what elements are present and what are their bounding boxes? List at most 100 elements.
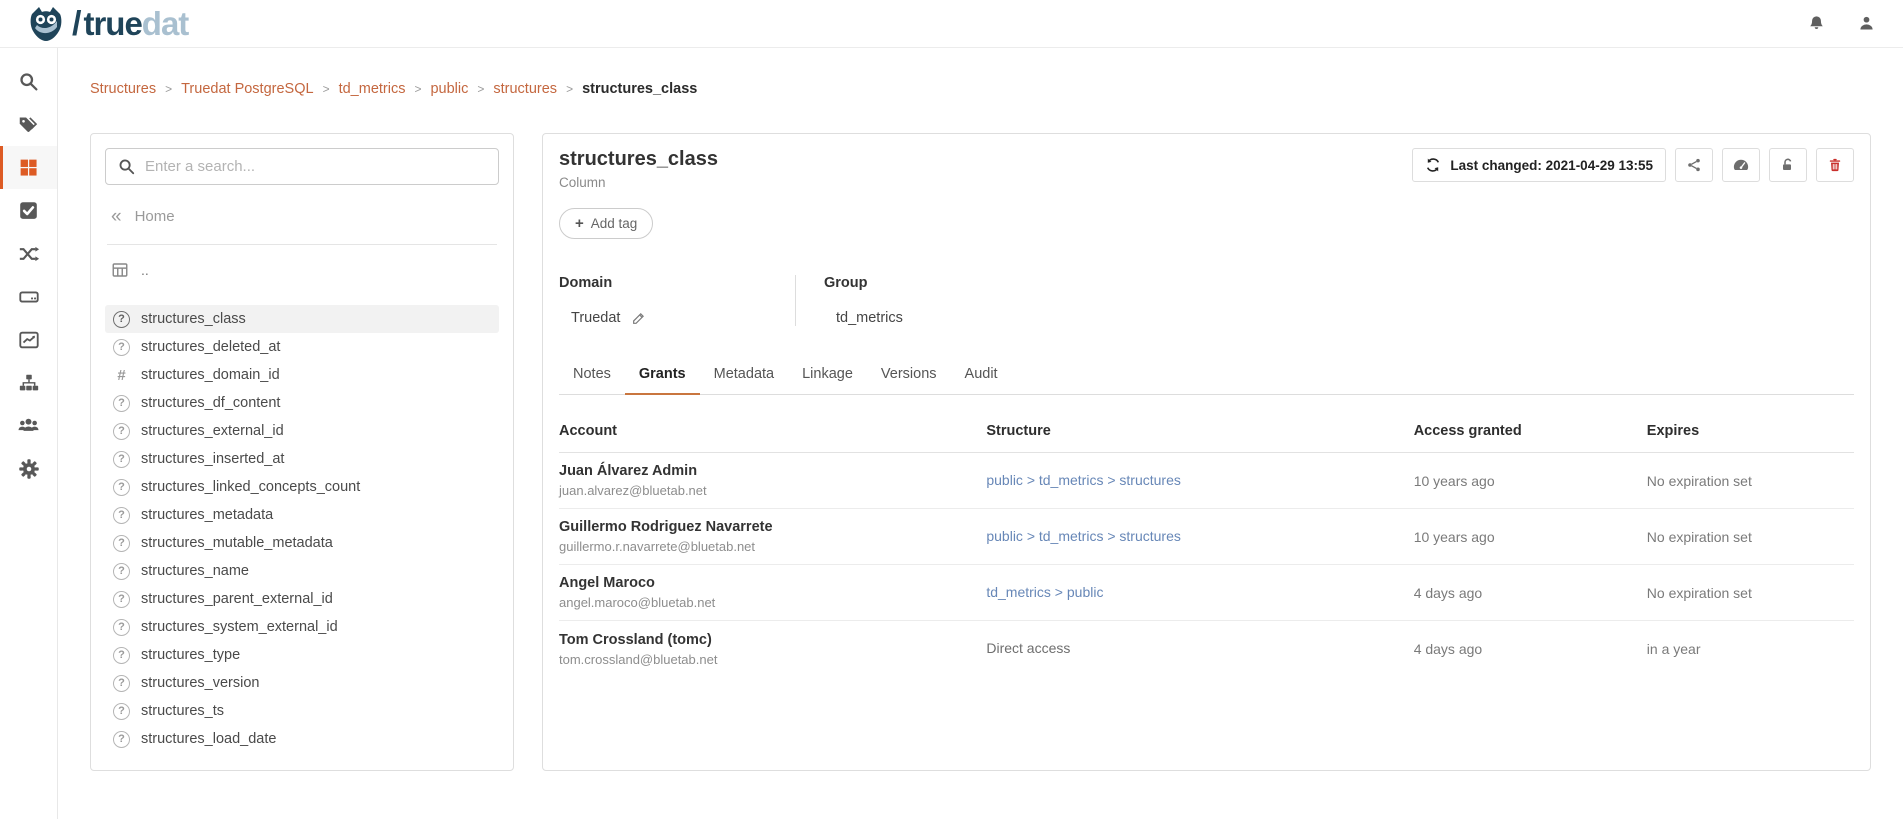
tags-icon	[18, 114, 39, 135]
question-circle-icon: ?	[113, 451, 130, 468]
edit-domain-pencil-icon[interactable]	[631, 310, 647, 326]
expires-value: No expiration set	[1647, 473, 1854, 489]
access-granted-value: 10 years ago	[1414, 473, 1647, 489]
list-item[interactable]: ? structures_deleted_at	[105, 333, 499, 361]
quality-dashboard-button[interactable]	[1722, 148, 1760, 182]
delete-button[interactable]	[1816, 148, 1854, 182]
tab-metadata[interactable]: Metadata	[700, 356, 788, 395]
tab-versions[interactable]: Versions	[867, 356, 951, 395]
table-row: Angel Maroco angel.maroco@bluetab.net td…	[559, 565, 1854, 621]
search-icon	[18, 71, 39, 92]
structure-search-box	[105, 148, 499, 185]
column-header-access-granted: Access granted	[1414, 423, 1647, 439]
list-item[interactable]: # structures_domain_id	[105, 361, 499, 389]
question-circle-icon: ?	[113, 339, 130, 356]
list-item[interactable]: ? structures_df_content	[105, 389, 499, 417]
breadcrumb: Structures > Truedat PostgreSQL > td_met…	[90, 81, 1871, 97]
unlock-button[interactable]	[1769, 148, 1807, 182]
sidebar-item-rules[interactable]	[0, 189, 57, 232]
question-circle-icon: ?	[113, 479, 130, 496]
hash-icon: #	[113, 367, 130, 384]
add-tag-button[interactable]: + Add tag	[559, 208, 653, 239]
account-email: angel.maroco@bluetab.net	[559, 595, 986, 610]
logo-text-primary: true	[83, 5, 141, 42]
breadcrumb-link-system[interactable]: Truedat PostgreSQL	[181, 81, 313, 97]
truedat-logo[interactable]: / truedat	[26, 4, 188, 44]
sidebar-item-settings[interactable]	[0, 447, 57, 490]
list-item[interactable]: ? structures_class	[105, 305, 499, 333]
breadcrumb-separator: >	[566, 82, 573, 96]
question-circle-icon: ?	[113, 591, 130, 608]
domain-value: Truedat	[571, 310, 620, 326]
sidebar-item-tags[interactable]	[0, 103, 57, 146]
structure-link[interactable]: public > td_metrics > structures	[986, 528, 1181, 544]
sidebar-item-dashboards[interactable]	[0, 318, 57, 361]
list-item[interactable]: ? structures_load_date	[105, 725, 499, 753]
list-item[interactable]: ? structures_name	[105, 557, 499, 585]
account-name: Juan Álvarez Admin	[559, 463, 986, 479]
tab-linkage[interactable]: Linkage	[788, 356, 867, 395]
list-item[interactable]: ? structures_inserted_at	[105, 445, 499, 473]
logo-slash: /	[72, 7, 80, 41]
last-changed-button[interactable]: Last changed: 2021-04-29 13:55	[1412, 148, 1666, 182]
sidebar-item-taxonomy[interactable]	[0, 361, 57, 404]
account-name: Tom Crossland (tomc)	[559, 632, 986, 648]
breadcrumb-link-schema[interactable]: public	[430, 81, 468, 97]
icon-sidebar	[0, 48, 58, 819]
list-item[interactable]: ? structures_system_external_id	[105, 613, 499, 641]
gauge-icon	[1732, 156, 1750, 174]
breadcrumb-current: structures_class	[582, 81, 697, 97]
account-email: tom.crossland@bluetab.net	[559, 652, 986, 667]
home-nav-item[interactable]: « Home	[105, 207, 499, 226]
column-header-structure: Structure	[986, 423, 1413, 439]
search-input[interactable]	[145, 158, 486, 175]
account-name: Guillermo Rodriguez Navarrete	[559, 519, 986, 535]
breadcrumb-link-database[interactable]: td_metrics	[339, 81, 406, 97]
list-item[interactable]: ? structures_parent_external_id	[105, 585, 499, 613]
app-header: / truedat	[0, 0, 1903, 48]
sidebar-item-systems[interactable]	[0, 275, 57, 318]
list-item[interactable]: ? structures_version	[105, 669, 499, 697]
question-circle-icon: ?	[113, 395, 130, 412]
tab-grants[interactable]: Grants	[625, 356, 700, 395]
panel-divider	[107, 244, 497, 245]
tab-notes[interactable]: Notes	[559, 356, 625, 395]
breadcrumb-link-table[interactable]: structures	[493, 81, 557, 97]
list-item[interactable]: ? structures_linked_concepts_count	[105, 473, 499, 501]
column-header-expires: Expires	[1647, 423, 1854, 439]
trash-icon	[1827, 157, 1843, 173]
table-row: Guillermo Rodriguez Navarrete guillermo.…	[559, 509, 1854, 565]
notifications-bell-icon[interactable]	[1805, 13, 1827, 35]
structure-link[interactable]: td_metrics > public	[986, 584, 1103, 600]
question-circle-icon: ?	[113, 619, 130, 636]
breadcrumb-link-structures[interactable]: Structures	[90, 81, 156, 97]
chart-line-icon	[18, 329, 40, 351]
structure-link[interactable]: public > td_metrics > structures	[986, 472, 1181, 488]
sidebar-item-structures[interactable]	[0, 146, 57, 189]
list-item[interactable]: ? structures_ts	[105, 697, 499, 725]
list-item[interactable]: ? structures_metadata	[105, 501, 499, 529]
share-button[interactable]	[1675, 148, 1713, 182]
expires-value: No expiration set	[1647, 529, 1854, 545]
access-granted-value: 10 years ago	[1414, 529, 1647, 545]
sidebar-item-users[interactable]	[0, 404, 57, 447]
user-profile-icon[interactable]	[1855, 13, 1877, 35]
list-item[interactable]: ? structures_external_id	[105, 417, 499, 445]
expires-value: No expiration set	[1647, 585, 1854, 601]
question-circle-icon: ?	[113, 703, 130, 720]
parent-directory-item[interactable]: ..	[105, 261, 499, 279]
question-circle-icon: ?	[113, 647, 130, 664]
structure-browser-panel: « Home .. ? structures_class	[90, 133, 514, 771]
expires-value: in a year	[1647, 641, 1854, 657]
shuffle-icon	[18, 243, 40, 265]
owl-logo-icon	[26, 4, 66, 44]
sidebar-item-lineage[interactable]	[0, 232, 57, 275]
sidebar-item-search[interactable]	[0, 60, 57, 103]
tab-audit[interactable]: Audit	[951, 356, 1012, 395]
list-item[interactable]: ? structures_mutable_metadata	[105, 529, 499, 557]
breadcrumb-separator: >	[477, 82, 484, 96]
group-value: td_metrics	[836, 310, 903, 326]
question-circle-icon: ?	[113, 535, 130, 552]
table-row: Tom Crossland (tomc) tom.crossland@bluet…	[559, 621, 1854, 677]
list-item[interactable]: ? structures_type	[105, 641, 499, 669]
